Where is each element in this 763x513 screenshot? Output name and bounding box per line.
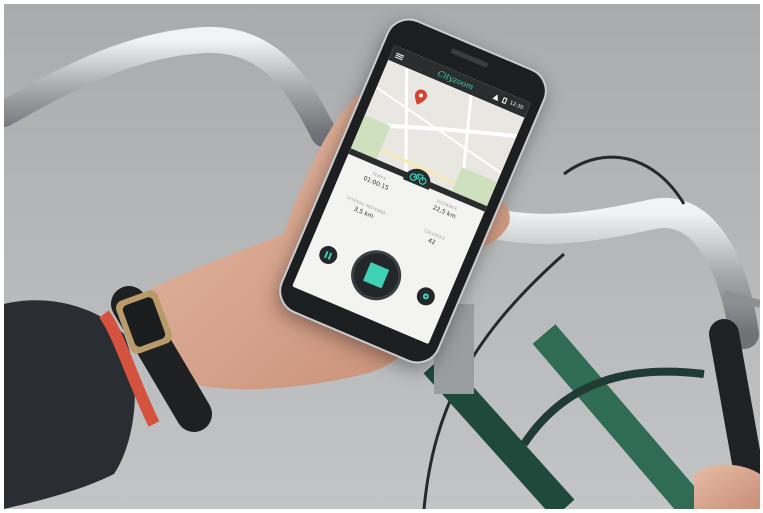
calories-stat: CALORIES 42 <box>396 218 470 260</box>
status-time: 12:30 <box>508 100 525 112</box>
scene: Cityzoom 12:30 TEMPS 01:00:15 DISTANCE 2… <box>0 0 763 513</box>
menu-icon[interactable] <box>395 52 405 60</box>
pause-button[interactable] <box>316 243 341 267</box>
stop-button[interactable] <box>343 242 409 309</box>
avg-speed-stat: VITESSE MOYENNE 3,5 km <box>328 189 402 231</box>
location-icon <box>421 292 430 301</box>
photo: Cityzoom 12:30 TEMPS 01:00:15 DISTANCE 2… <box>4 4 760 509</box>
locate-button[interactable] <box>414 284 438 309</box>
battery-icon <box>501 96 508 104</box>
phone-speaker <box>450 47 489 69</box>
stop-icon <box>363 262 390 289</box>
signal-icon <box>491 92 500 101</box>
